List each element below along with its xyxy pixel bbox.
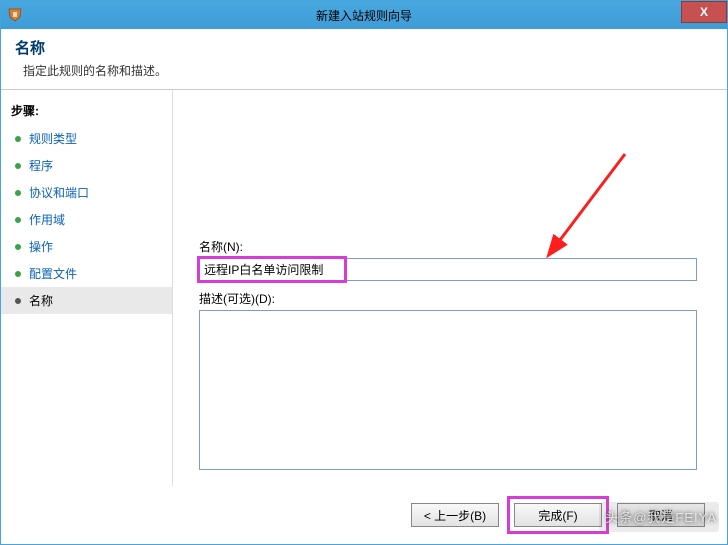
titlebar: 新建入站规则向导 X [1,1,727,29]
step-label: 名称 [29,292,53,309]
step-name[interactable]: 名称 [1,287,172,314]
finish-highlight: 完成(F) [507,496,609,534]
step-label: 配置文件 [29,265,77,282]
step-scope[interactable]: 作用域 [1,206,172,233]
step-label: 程序 [29,157,53,174]
name-input-wrapper: 远程IP白名单访问限制 [199,258,697,281]
name-input-text[interactable]: 远程IP白名单访问限制 [204,261,323,278]
wizard-footer: < 上一步(B) 完成(F) 取消 [1,486,727,544]
step-label: 规则类型 [29,130,77,147]
cancel-button[interactable]: 取消 [617,503,705,527]
step-action[interactable]: 操作 [1,233,172,260]
name-highlight: 远程IP白名单访问限制 [197,256,347,283]
wizard-main: 名称(N): 远程IP白名单访问限制 描述(可选)(D): [173,90,727,497]
close-button[interactable]: X [681,1,727,23]
page-subtitle: 指定此规则的名称和描述。 [23,62,713,79]
name-input-rest[interactable] [347,259,696,280]
close-icon: X [700,5,708,19]
bullet-icon [15,136,21,142]
bullet-icon [15,244,21,250]
step-rule-type[interactable]: 规则类型 [1,125,172,152]
wizard-header: 名称 指定此规则的名称和描述。 [1,29,727,90]
step-label: 操作 [29,238,53,255]
name-field-group: 名称(N): 远程IP白名单访问限制 [199,238,697,281]
finish-button[interactable]: 完成(F) [514,503,602,527]
window-title: 新建入站规则向导 [1,7,727,24]
steps-heading: 步骤: [1,98,172,125]
steps-sidebar: 步骤: 规则类型 程序 协议和端口 作用域 操作 配置文件 名称 [1,90,173,497]
wizard-window: 新建入站规则向导 X 名称 指定此规则的名称和描述。 步骤: 规则类型 程序 协… [0,0,728,545]
step-label: 作用域 [29,211,65,228]
step-protocol-ports[interactable]: 协议和端口 [1,179,172,206]
wizard-body: 步骤: 规则类型 程序 协议和端口 作用域 操作 配置文件 名称 名称(N): … [1,90,727,497]
description-label: 描述(可选)(D): [199,290,697,307]
description-input[interactable] [199,310,697,470]
bullet-icon [15,163,21,169]
step-program[interactable]: 程序 [1,152,172,179]
bullet-icon [15,217,21,223]
name-label: 名称(N): [199,238,697,255]
page-title: 名称 [15,37,713,58]
bullet-icon [15,298,21,304]
step-label: 协议和端口 [29,184,89,201]
step-profile[interactable]: 配置文件 [1,260,172,287]
bullet-icon [15,271,21,277]
bullet-icon [15,190,21,196]
description-field-group: 描述(可选)(D): [199,290,697,473]
back-button[interactable]: < 上一步(B) [411,503,499,527]
